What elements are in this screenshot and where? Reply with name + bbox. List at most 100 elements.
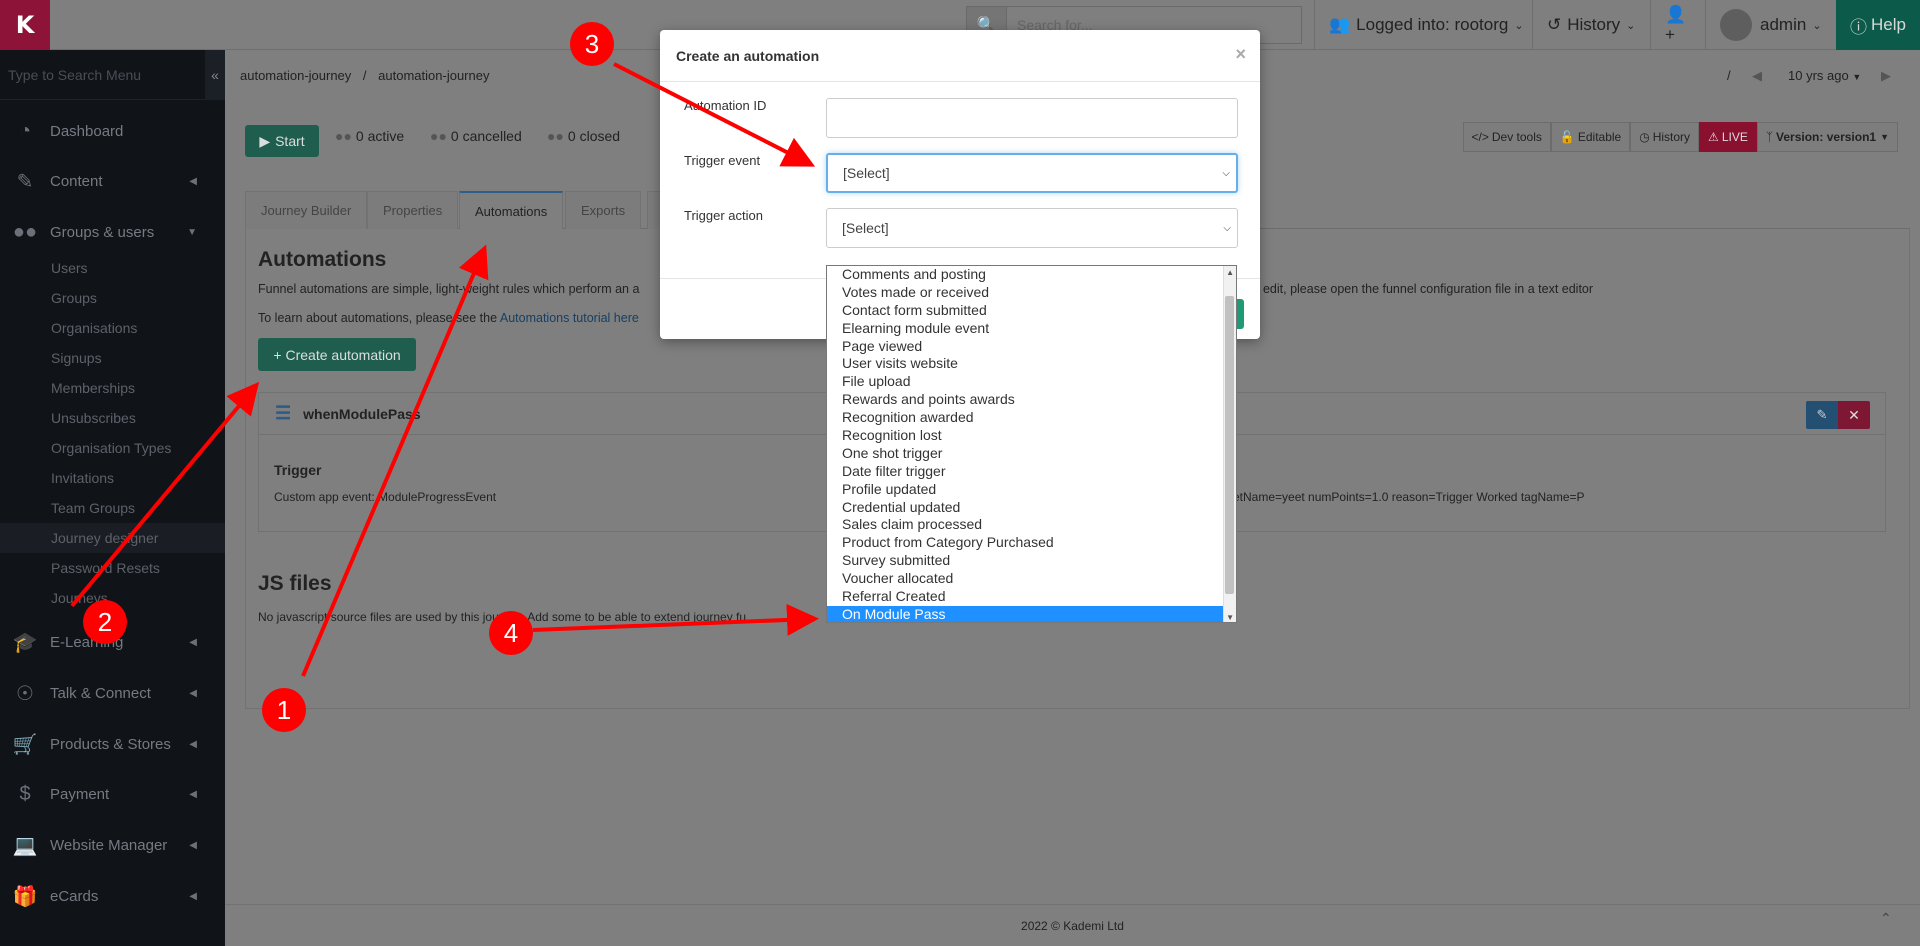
- tab-automations[interactable]: Automations: [459, 191, 564, 229]
- dropdown-option[interactable]: Recognition lost: [827, 427, 1236, 445]
- dropdown-option[interactable]: Recognition awarded: [827, 409, 1236, 427]
- sidebar-subitem-unsubscribes[interactable]: Unsubscribes: [0, 403, 225, 433]
- sidebar-subitem-users[interactable]: Users: [0, 253, 225, 283]
- automations-tutorial-link[interactable]: Automations tutorial here: [500, 311, 639, 325]
- sidebar-subitem-signups[interactable]: Signups: [0, 343, 225, 373]
- prev-version-icon[interactable]: ◀: [1752, 68, 1762, 84]
- annotation-marker-1: 1: [262, 688, 306, 732]
- sidebar-item-website-manager[interactable]: 💻 Website Manager ◀: [0, 821, 225, 869]
- sidebar-subitem-organisation-types[interactable]: Organisation Types: [0, 433, 225, 463]
- dropdown-option[interactable]: Votes made or received: [827, 284, 1236, 302]
- scrollbar[interactable]: ▲ ▼: [1223, 266, 1236, 622]
- sidebar-item-talk-connect[interactable]: ☉ Talk & Connect ◀: [0, 669, 225, 717]
- trigger-event-select[interactable]: [Select] ⌵: [826, 153, 1238, 193]
- sidebar-item-content[interactable]: ✎ Content ◀: [0, 157, 225, 205]
- journey-toolbar: </> Dev tools 🔓 Editable ◷ History ⚠ LIVE ᛉV…: [1462, 122, 1898, 152]
- dashboard-icon: ◔: [18, 119, 32, 142]
- dropdown-option[interactable]: User visits website: [827, 355, 1236, 373]
- active-label: 0 active: [355, 128, 405, 144]
- dropdown-option[interactable]: Voucher allocated: [827, 570, 1236, 588]
- chevron-down-icon: ⌄: [1626, 19, 1636, 32]
- collapse-sidebar-icon[interactable]: «: [205, 49, 225, 100]
- dropdown-option[interactable]: Product from Category Purchased: [827, 534, 1236, 552]
- breadcrumb-separator: /: [362, 68, 367, 83]
- dropdown-option[interactable]: Date filter trigger: [827, 463, 1236, 481]
- close-icon: ✕: [1848, 406, 1860, 423]
- editable-button[interactable]: 🔓 Editable: [1550, 122, 1631, 152]
- dropdown-option[interactable]: Survey submitted: [827, 552, 1236, 570]
- user-menu[interactable]: admin ⌄: [1705, 0, 1836, 50]
- live-badge[interactable]: ⚠ LIVE: [1699, 122, 1757, 152]
- close-icon[interactable]: ×: [1235, 44, 1246, 65]
- breadcrumb-item[interactable]: automation-journey: [378, 68, 489, 83]
- automation-id-label: Automation ID: [684, 98, 767, 113]
- dropdown-option[interactable]: Referral Created: [827, 588, 1236, 606]
- dropdown-option[interactable]: Rewards and points awards: [827, 391, 1236, 409]
- help-label: Help: [1871, 15, 1906, 34]
- warning-icon: ⚠: [1708, 130, 1719, 144]
- next-version-icon[interactable]: ▶: [1881, 68, 1891, 84]
- dev-tools-button[interactable]: </> Dev tools: [1462, 122, 1551, 152]
- history-button[interactable]: ◷ History: [1630, 122, 1700, 152]
- dropdown-option[interactable]: Page viewed: [827, 338, 1236, 356]
- edit-automation-button[interactable]: ✎: [1806, 401, 1838, 429]
- help-button[interactable]: ⓘ Help: [1836, 0, 1920, 50]
- caret-down-icon: ▼: [187, 226, 197, 238]
- play-icon: ▶: [259, 132, 271, 149]
- sidebar-subitem-journey-designer[interactable]: Journey designer: [0, 523, 225, 553]
- logged-in-menu[interactable]: 👥 Logged into: rootorg ⌄: [1314, 0, 1538, 50]
- trigger-action-select[interactable]: [Select] ⌵: [826, 208, 1238, 248]
- tab-journey-builder[interactable]: Journey Builder: [245, 191, 368, 229]
- sidebar-item-payment[interactable]: $ Payment ◀: [0, 770, 225, 818]
- history-menu[interactable]: ↺ History ⌄: [1532, 0, 1649, 50]
- modal-header: Create an automation ×: [660, 30, 1260, 82]
- dropdown-option[interactable]: Credential updated: [827, 499, 1236, 517]
- dropdown-option[interactable]: Contact form submitted: [827, 302, 1236, 320]
- scroll-down-icon[interactable]: ▼: [1226, 613, 1234, 622]
- dropdown-option[interactable]: File upload: [827, 373, 1236, 391]
- sidebar-item-label: Payment: [50, 785, 110, 803]
- action-value: etName=yeet numPoints=1.0 reason=Trigger…: [1233, 490, 1585, 504]
- editable-label: Editable: [1577, 130, 1622, 144]
- breadcrumb-item[interactable]: automation-journey: [240, 68, 351, 83]
- sidebar-item-dashboard[interactable]: ◔ Dashboard: [0, 107, 225, 155]
- learn-prefix: To learn about automations, please see t…: [258, 311, 498, 325]
- sidebar-item-groups-users[interactable]: ●● Groups & users ▼: [0, 208, 225, 256]
- sidebar-subitem-invitations[interactable]: Invitations: [0, 463, 225, 493]
- dropdown-option[interactable]: Elearning module event: [827, 320, 1236, 338]
- dropdown-option[interactable]: On Module Pass: [827, 605, 1236, 622]
- plus-icon: +: [273, 346, 282, 363]
- sidebar-subitem-team-groups[interactable]: Team Groups: [0, 493, 225, 523]
- time-selector[interactable]: 10 yrs ago ▼: [1788, 68, 1861, 83]
- users-icon: 👥: [1329, 15, 1351, 34]
- add-user-button[interactable]: 👤+: [1650, 0, 1705, 50]
- tab-properties[interactable]: Properties: [367, 191, 459, 229]
- dropdown-option[interactable]: Sales claim processed: [827, 516, 1236, 534]
- sidebar-item-ecards[interactable]: 🎁 eCards ◀: [0, 872, 225, 920]
- trigger-action-label: Trigger action: [684, 208, 763, 223]
- delete-automation-button[interactable]: ✕: [1838, 401, 1870, 429]
- create-automation-button[interactable]: + Create automation: [258, 338, 416, 371]
- start-button[interactable]: ▶ Start: [245, 125, 319, 157]
- sidebar-subitem-groups[interactable]: Groups: [0, 283, 225, 313]
- dropdown-option[interactable]: One shot trigger: [827, 445, 1236, 463]
- tab-exports[interactable]: Exports: [565, 191, 642, 229]
- sidebar-subitem-memberships[interactable]: Memberships: [0, 373, 225, 403]
- sidebar-subitem-organisations[interactable]: Organisations: [0, 313, 225, 343]
- scrollbar-thumb[interactable]: [1225, 296, 1234, 594]
- caret-left-icon: ◀: [189, 636, 197, 648]
- scroll-up-icon[interactable]: ▲: [1226, 268, 1234, 277]
- menu-search-input[interactable]: [0, 49, 205, 100]
- sidebar-subitem-password-resets[interactable]: Password Resets: [0, 553, 225, 583]
- dropdown-option[interactable]: Profile updated: [827, 481, 1236, 499]
- kademi-logo[interactable]: K: [0, 0, 50, 50]
- sidebar-item-products-stores[interactable]: 🛒 Products & Stores ◀: [0, 720, 225, 768]
- automation-id-input[interactable]: [826, 98, 1238, 138]
- version-selector[interactable]: ᛉ Version: version1 ▼: [1756, 122, 1898, 152]
- dropdown-option[interactable]: Comments and posting: [827, 266, 1236, 284]
- breadcrumb: automation-journey / automation-journey: [240, 68, 497, 83]
- trigger-event-label: Trigger event: [684, 153, 761, 168]
- scroll-top-icon[interactable]: ⌃: [1880, 910, 1892, 927]
- caret-down-icon: ▼: [1880, 132, 1889, 142]
- closed-label: 0 closed: [567, 128, 621, 144]
